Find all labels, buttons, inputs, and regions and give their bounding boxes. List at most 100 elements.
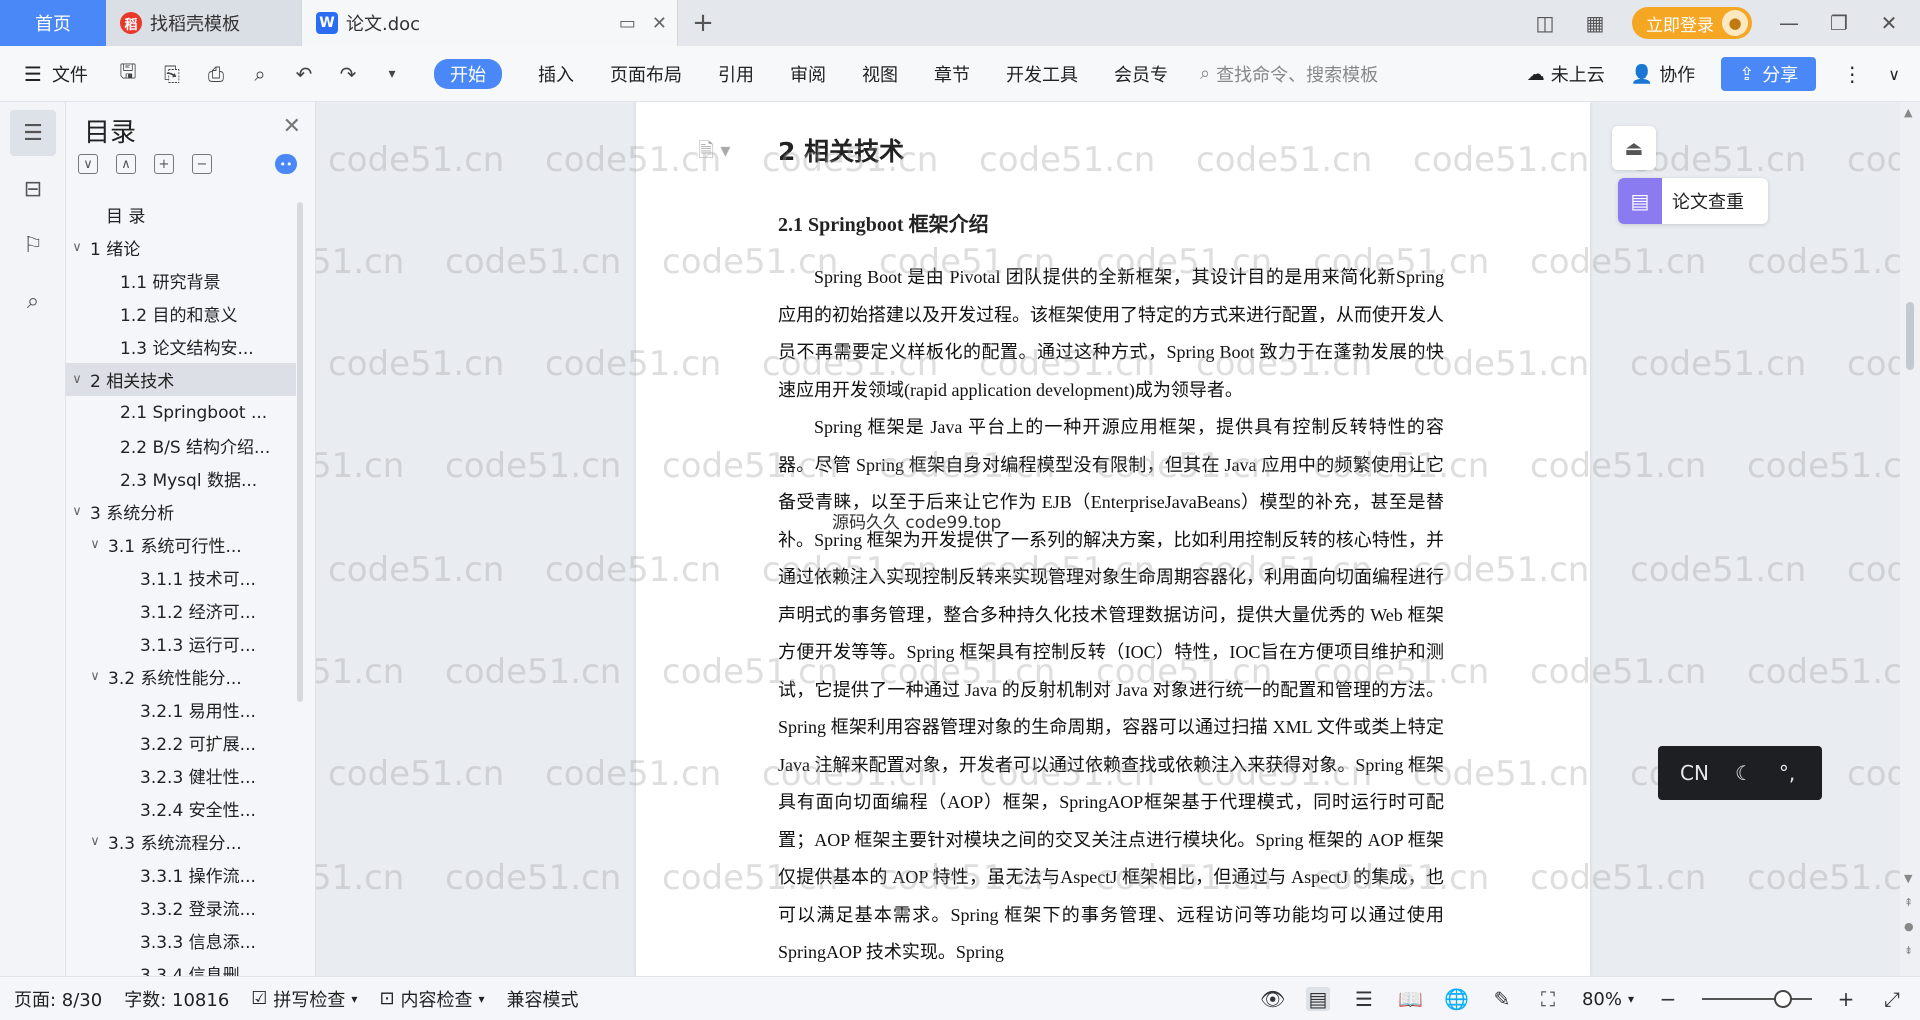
- document-outline-icon[interactable]: 🗎 ▾: [698, 136, 730, 170]
- toc-item[interactable]: 2.1 Springboot ...: [66, 396, 296, 429]
- next-page-icon[interactable]: ⇟: [1904, 944, 1913, 957]
- tab-page-layout[interactable]: 页面布局: [592, 61, 700, 87]
- toc-item[interactable]: 3.3.1 操作流...: [66, 858, 296, 891]
- print-icon[interactable]: ⎙: [204, 62, 228, 86]
- tab-review[interactable]: 审阅: [772, 61, 844, 87]
- plagiarism-check-button[interactable]: ▤ 论文查重: [1618, 178, 1768, 224]
- page-content[interactable]: 2 相关技术 2.1 Springboot 框架介绍 Spring Boot 是…: [778, 124, 1444, 972]
- chevron-down-icon[interactable]: ∨: [68, 372, 86, 387]
- outline-icon[interactable]: ⊟: [10, 166, 56, 212]
- minimize-icon[interactable]: —: [1776, 11, 1802, 35]
- tab-chapter[interactable]: 章节: [916, 61, 988, 87]
- zoom-slider[interactable]: [1702, 990, 1812, 1008]
- toc-scrollbar[interactable]: [297, 202, 303, 702]
- collapse-ribbon-icon[interactable]: ∨: [1888, 65, 1900, 84]
- toc-item[interactable]: 3.3.3 信息添...: [66, 924, 296, 957]
- spell-check-button[interactable]: ☑ 拼写检查 ▾: [251, 986, 357, 1012]
- file-menu[interactable]: ☰ 文件: [0, 61, 116, 87]
- tab-insert[interactable]: 插入: [520, 61, 592, 87]
- toc-view-icon[interactable]: ☰: [10, 110, 56, 156]
- tab-member[interactable]: 会员专: [1096, 61, 1186, 87]
- collab-button[interactable]: 👤 协作: [1631, 61, 1695, 87]
- zoom-out-icon[interactable]: −: [1656, 987, 1680, 1011]
- toc-item[interactable]: 3.1.3 运行可...: [66, 627, 296, 660]
- tab-view[interactable]: 视图: [844, 61, 916, 87]
- chevron-down-icon[interactable]: ∨: [86, 834, 104, 849]
- ime-toolbar[interactable]: CN ☾ °,: [1658, 746, 1822, 800]
- zoom-slider-knob[interactable]: [1774, 990, 1792, 1008]
- export-icon[interactable]: ⎘: [160, 62, 184, 86]
- tab-document[interactable]: W 论文.doc ▭ ✕: [302, 0, 678, 46]
- chevron-down-icon[interactable]: ∨: [86, 669, 104, 684]
- monitor-icon[interactable]: ▭: [619, 13, 636, 34]
- vertical-scrollbar[interactable]: ▲ ▼ ⇞ ● ⇟: [1900, 102, 1920, 976]
- layout-icon[interactable]: ◫: [1532, 11, 1558, 35]
- prev-page-icon[interactable]: ⇞: [1904, 896, 1913, 909]
- zoom-in-icon[interactable]: +: [1834, 987, 1858, 1011]
- scroll-thumb[interactable]: [1906, 302, 1914, 370]
- close-window-icon[interactable]: ✕: [1876, 11, 1902, 35]
- search-panel-icon[interactable]: ⌕: [10, 278, 56, 324]
- toc-item[interactable]: 2.2 B/S 结构介绍...: [66, 429, 296, 462]
- fit-page-icon[interactable]: ⛶: [1536, 987, 1560, 1011]
- restore-icon[interactable]: ❐: [1826, 11, 1852, 35]
- select-browse-icon[interactable]: ●: [1904, 920, 1914, 933]
- scroll-down-icon[interactable]: ▼: [1904, 872, 1912, 885]
- toc-item[interactable]: 3.3.2 登录流...: [66, 891, 296, 924]
- toc-item[interactable]: ∨ 3.2 系统性能分...: [66, 660, 296, 693]
- toc-item[interactable]: 3.2.1 易用性...: [66, 693, 296, 726]
- content-check-button[interactable]: ⊡ 内容检查 ▾: [379, 986, 484, 1012]
- chevron-down-icon[interactable]: ∨: [68, 504, 86, 519]
- toc-item[interactable]: 3.1.2 经济可...: [66, 594, 296, 627]
- close-icon[interactable]: ✕: [283, 114, 301, 139]
- toc-item[interactable]: ∨ 2 相关技术: [66, 363, 296, 396]
- tab-references[interactable]: 引用: [700, 61, 772, 87]
- tab-template[interactable]: 稻 找稻壳模板: [106, 0, 302, 46]
- tab-home-ribbon[interactable]: 开始: [434, 58, 502, 89]
- new-tab-button[interactable]: +: [678, 0, 728, 46]
- toc-item[interactable]: 3.2.2 可扩展...: [66, 726, 296, 759]
- tab-home[interactable]: 首页: [0, 0, 106, 46]
- zoom-level[interactable]: 80%: [1582, 989, 1622, 1010]
- more-icon[interactable]: ⋮: [1842, 62, 1862, 86]
- toc-item[interactable]: ∨ 3.3 系统流程分...: [66, 825, 296, 858]
- remove-heading-icon[interactable]: −: [192, 154, 212, 174]
- toc-item[interactable]: ∨ 3.1 系统可行性...: [66, 528, 296, 561]
- toc-item[interactable]: 2.3 Mysql 数据...: [66, 462, 296, 495]
- save-icon[interactable]: 🖫: [116, 59, 140, 86]
- toc-item[interactable]: 3.2.3 健壮性...: [66, 759, 296, 792]
- toc-item[interactable]: 3.2.4 安全性...: [66, 792, 296, 825]
- fullscreen-icon[interactable]: ⤢: [1880, 987, 1904, 1011]
- chevron-down-icon[interactable]: ▾: [380, 62, 404, 86]
- tab-developer[interactable]: 开发工具: [988, 61, 1096, 87]
- scroll-up-icon[interactable]: ▲: [1904, 106, 1912, 119]
- toc-item[interactable]: 1.2 目的和意义: [66, 297, 296, 330]
- collapse-panel-icon[interactable]: ⏏: [1612, 126, 1656, 170]
- login-button[interactable]: 立即登录 ●: [1632, 7, 1752, 39]
- toc-item[interactable]: ∨ 1 绪论: [66, 231, 296, 264]
- web-view-icon[interactable]: 🌐: [1444, 987, 1469, 1011]
- print-preview-icon[interactable]: ⌕: [248, 62, 272, 86]
- reading-view-icon[interactable]: 📖: [1398, 987, 1423, 1011]
- collapse-all-icon[interactable]: ∧: [116, 154, 136, 174]
- share-button[interactable]: ⇪ 分享: [1721, 57, 1817, 91]
- page-view-icon[interactable]: ▤: [1305, 987, 1330, 1011]
- toc-item[interactable]: 目 录: [66, 198, 296, 231]
- redo-icon[interactable]: ↷: [336, 62, 360, 86]
- toc-item[interactable]: 3.1.1 技术可...: [66, 561, 296, 594]
- undo-icon[interactable]: ↶: [292, 62, 316, 86]
- cloud-status[interactable]: ☁ 未上云: [1527, 61, 1605, 87]
- bookmark-icon[interactable]: ⚐: [10, 222, 56, 268]
- close-tab-icon[interactable]: ✕: [652, 13, 667, 34]
- moon-icon[interactable]: ☾: [1735, 761, 1753, 785]
- eye-protection-icon[interactable]: 👁: [1260, 987, 1285, 1011]
- punctuation-icon[interactable]: °,: [1779, 761, 1795, 785]
- command-search[interactable]: ⌕ 查找命令、搜索模板: [1200, 61, 1378, 87]
- chevron-down-icon[interactable]: ∨: [86, 537, 104, 552]
- toc-item[interactable]: 1.1 研究背景: [66, 264, 296, 297]
- document-page[interactable]: 🗎 ▾ 2 相关技术 2.1 Springboot 框架介绍 Spring Bo…: [636, 102, 1590, 976]
- toc-item[interactable]: ∨ 3 系统分析: [66, 495, 296, 528]
- chevron-down-icon[interactable]: ▾: [1628, 992, 1634, 1006]
- word-count[interactable]: 字数: 10816: [124, 986, 229, 1012]
- apps-grid-icon[interactable]: ▦: [1582, 11, 1608, 35]
